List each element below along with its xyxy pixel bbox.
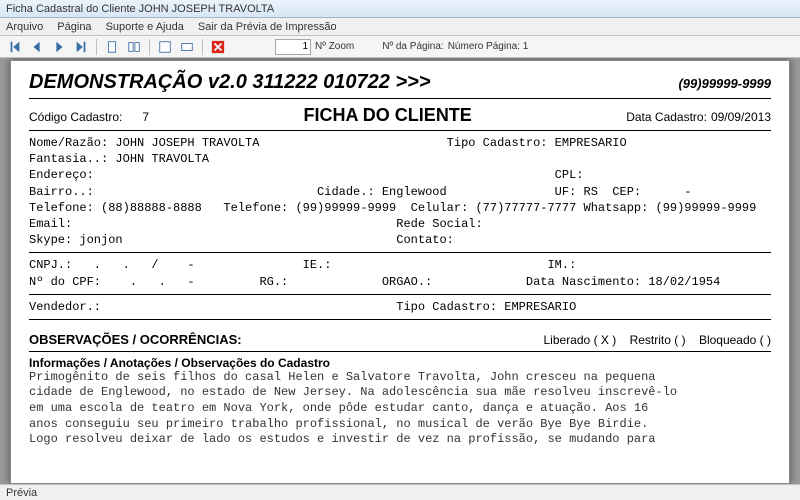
- menu-arquivo[interactable]: Arquivo: [6, 21, 43, 33]
- page-title: FICHA DO CLIENTE: [149, 105, 626, 126]
- window-title: Ficha Cadastral do Cliente JOHN JOSEPH T…: [6, 3, 274, 15]
- divider: [29, 319, 771, 320]
- field-skype: Skype: jonjon Contato:: [29, 232, 771, 248]
- separator: [149, 39, 150, 55]
- next-page-button[interactable]: [50, 38, 68, 56]
- date-label: Data Cadastro:: [626, 110, 707, 124]
- page-label: Nº da Página:: [382, 41, 443, 52]
- preview-area: DEMONSTRAÇÃO v2.0 311222 010722 >>> (99)…: [0, 58, 800, 484]
- header-phone: (99)99999-9999: [678, 76, 771, 91]
- first-page-button[interactable]: [6, 38, 24, 56]
- obs-title: OBSERVAÇÕES / OCORRÊNCIAS:: [29, 332, 242, 347]
- field-telefones: Telefone: (88)88888-8888 Telefone: (99)9…: [29, 200, 771, 216]
- prev-page-button[interactable]: [28, 38, 46, 56]
- page-value: Número Página: 1: [448, 41, 529, 52]
- code-label: Código Cadastro:: [29, 110, 122, 124]
- date-value: 09/09/2013: [711, 110, 771, 124]
- two-page-button[interactable]: [125, 38, 143, 56]
- divider: [29, 130, 771, 131]
- menu-suporte[interactable]: Suporte e Ajuda: [106, 21, 184, 33]
- field-vendedor: Vendedor.: Tipo Cadastro: EMPRESARIO: [29, 299, 771, 315]
- restrito-label: Restrito: [630, 333, 671, 347]
- field-nome: Nome/Razão: JOHN JOSEPH TRAVOLTA Tipo Ca…: [29, 135, 771, 151]
- field-cpf: Nº do CPF: . . - RG.: ORGAO.: Data Nasci…: [29, 274, 771, 290]
- field-bairro: Bairro..: Cidade.: Englewood UF: RS CEP:…: [29, 184, 771, 200]
- info-title: Informações / Anotações / Observações do…: [29, 356, 771, 370]
- zoom-fit-button[interactable]: [156, 38, 174, 56]
- info-notes: Primogênito de seis filhos do casal Hele…: [29, 370, 771, 448]
- divider: [29, 252, 771, 253]
- field-fantasia: Fantasia..: JOHN TRAVOLTA: [29, 151, 771, 167]
- separator: [96, 39, 97, 55]
- divider: [29, 294, 771, 295]
- statusbar: Prévia: [0, 484, 800, 500]
- code-value: 7: [142, 110, 149, 124]
- toolbar: Nº Zoom Nº da Página: Número Página: 1: [0, 36, 800, 58]
- divider: [29, 98, 771, 99]
- menu-sair[interactable]: Sair da Prévia de Impressão: [198, 21, 337, 33]
- last-page-button[interactable]: [72, 38, 90, 56]
- demo-title: DEMONSTRAÇÃO v2.0 311222 010722 >>>: [29, 71, 431, 94]
- menubar: Arquivo Página Suporte e Ajuda Sair da P…: [0, 18, 800, 36]
- bloqueado-label: Bloqueado: [699, 333, 756, 347]
- page: DEMONSTRAÇÃO v2.0 311222 010722 >>> (99)…: [10, 60, 790, 484]
- separator: [202, 39, 203, 55]
- field-cnpj: CNPJ.: . . / - IE.: IM.:: [29, 257, 771, 273]
- close-button[interactable]: [209, 38, 227, 56]
- bloqueado-value: ( ): [760, 333, 771, 347]
- status-text: Prévia: [6, 487, 37, 499]
- menu-pagina[interactable]: Página: [57, 21, 91, 33]
- one-page-button[interactable]: [103, 38, 121, 56]
- zoom-label: Nº Zoom: [315, 41, 354, 52]
- restrito-value: ( ): [674, 333, 685, 347]
- liberado-label: Liberado: [544, 333, 591, 347]
- field-endereco: Endereço: CPL:: [29, 167, 771, 183]
- titlebar: Ficha Cadastral do Cliente JOHN JOSEPH T…: [0, 0, 800, 18]
- zoom-fit-width-button[interactable]: [178, 38, 196, 56]
- zoom-input[interactable]: [275, 39, 311, 55]
- liberado-value: ( X ): [594, 333, 617, 347]
- field-email: Email: Rede Social:: [29, 216, 771, 232]
- divider: [29, 351, 771, 352]
